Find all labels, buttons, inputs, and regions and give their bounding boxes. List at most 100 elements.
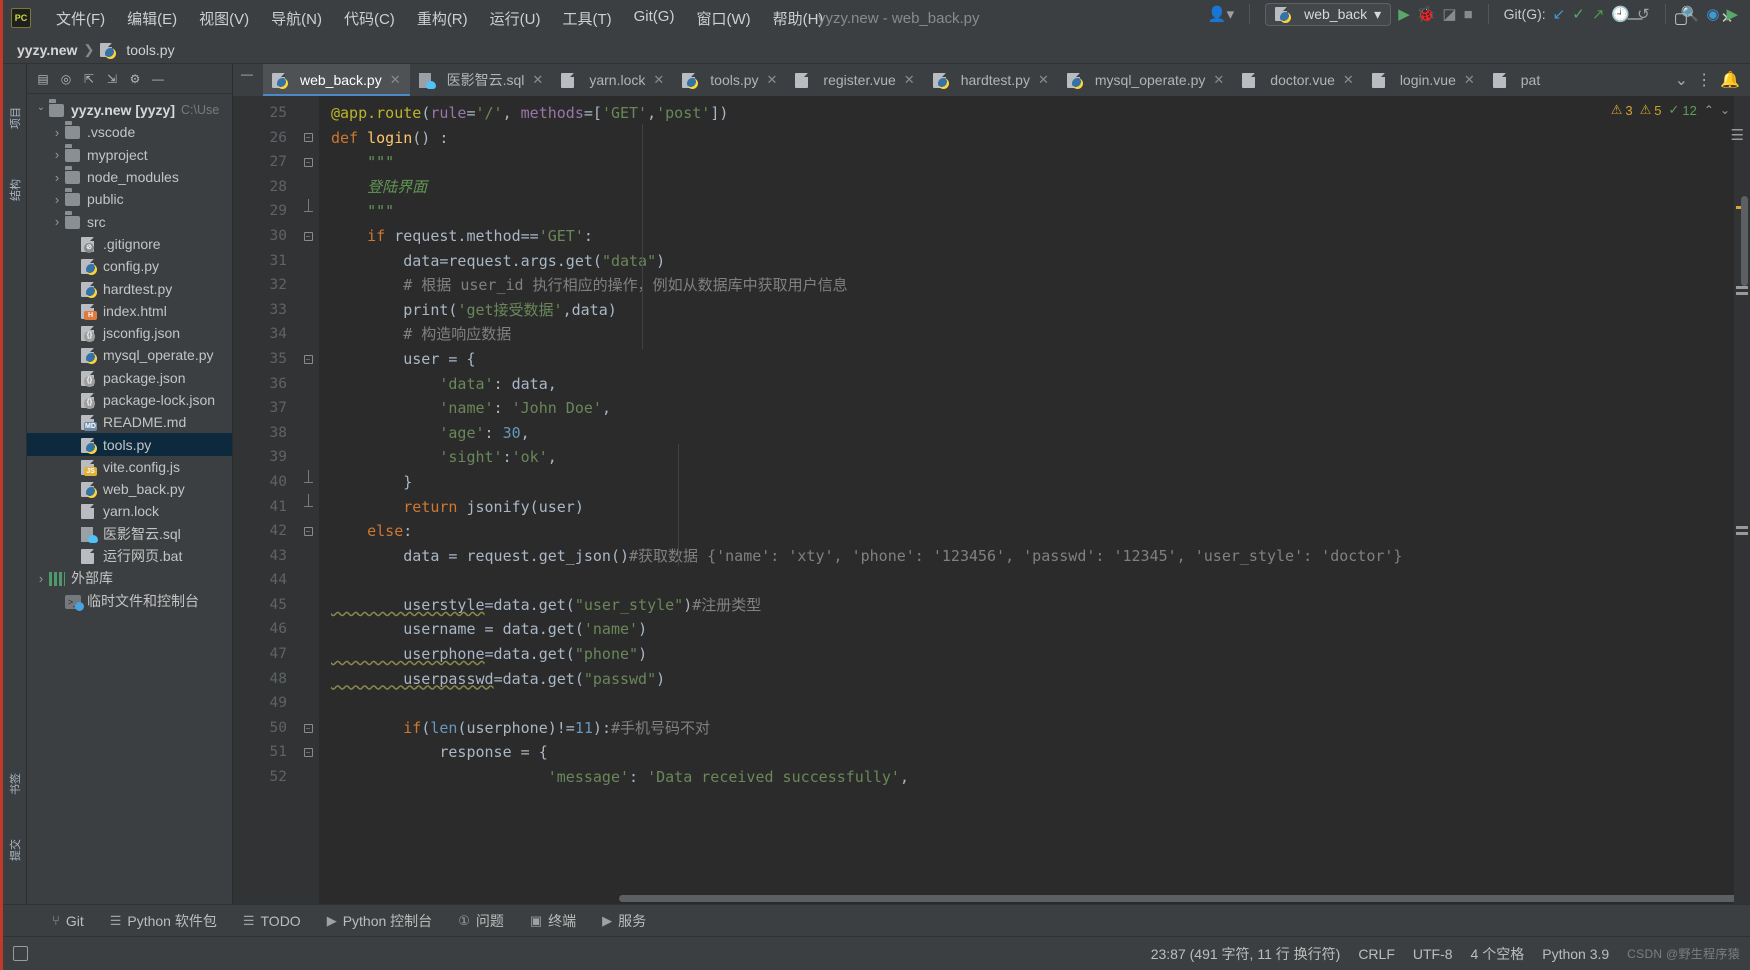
warning-count-badge[interactable]: ⚠ 3: [1611, 102, 1633, 118]
editor-tab------sql[interactable]: 医影智云.sql ✕: [410, 64, 553, 96]
code-line[interactable]: data = request.get_json()#获取数据 {'name': …: [319, 544, 1750, 569]
collapse-all-icon[interactable]: ⇲: [102, 69, 122, 89]
tree-item[interactable]: 外部库: [27, 567, 232, 589]
editor-tab-doctor-vue[interactable]: doctor.vue ✕: [1233, 64, 1363, 96]
editor-tab-pat[interactable]: pat: [1484, 64, 1549, 96]
tree-item[interactable]: 运行网页.bat: [27, 545, 232, 567]
git-push-icon[interactable]: ↗: [1592, 5, 1605, 23]
close-tab-icon[interactable]: ✕: [1213, 72, 1224, 88]
chevron-right-icon[interactable]: [33, 571, 49, 586]
editor-tab-hardtest-py[interactable]: hardtest.py ✕: [924, 64, 1058, 96]
editor-tab-web-back-py[interactable]: web_back.py ✕: [263, 64, 410, 96]
tab-options-icon[interactable]: ⋮: [1696, 70, 1712, 90]
history-icon[interactable]: 🕘: [1611, 5, 1630, 23]
sidebar-tab-bookmarks[interactable]: 书签: [7, 756, 23, 812]
bottom-tool-python----[interactable]: ▶ Python 控制台: [314, 905, 445, 936]
expand-all-icon[interactable]: ⇱: [79, 69, 99, 89]
hide-icon[interactable]: —: [148, 69, 168, 89]
bottom-tool---[interactable]: ① 问题: [445, 905, 517, 936]
code-line[interactable]: userpasswd=data.get("passwd"): [319, 667, 1750, 692]
breadcrumb-root[interactable]: yyzy.new: [17, 42, 77, 58]
fold-marker[interactable]: −: [297, 150, 319, 175]
code-line[interactable]: username = data.get('name'): [319, 617, 1750, 642]
code-line[interactable]: user = {: [319, 347, 1750, 372]
fold-marker[interactable]: −: [297, 126, 319, 151]
bottom-tool-python----[interactable]: ☰ Python 软件包: [97, 905, 230, 936]
notification-icon[interactable]: 🔔: [1720, 70, 1740, 90]
next-problem-icon[interactable]: ⌄: [1720, 103, 1730, 117]
rollback-icon[interactable]: ↺: [1637, 5, 1650, 23]
code-folding-gutter[interactable]: − − − − − − −: [297, 96, 319, 904]
tree-item[interactable]: yarn.lock: [27, 500, 232, 522]
code-line[interactable]: """: [319, 199, 1750, 224]
code-line[interactable]: 'message': 'Data received successfully',: [319, 765, 1750, 790]
close-tab-icon[interactable]: ✕: [532, 72, 543, 88]
close-tab-icon[interactable]: ✕: [904, 72, 915, 88]
bottom-tool---[interactable]: ▶ 服务: [589, 905, 659, 936]
search-icon[interactable]: 🔍: [1681, 5, 1700, 23]
tree-item[interactable]: yyzy.new [yyzy] C:\Use: [27, 99, 232, 121]
ok-count-badge[interactable]: ✓ 12: [1669, 102, 1697, 118]
sidebar-tab-project[interactable]: 项目: [7, 90, 23, 146]
editor-tab-tools-py[interactable]: tools.py ✕: [673, 64, 786, 96]
chevron-right-icon[interactable]: [49, 125, 65, 140]
code-text-area[interactable]: @app.route(rule='/', methods=['GET','pos…: [319, 96, 1750, 904]
run-button[interactable]: ▶: [1398, 5, 1410, 23]
tree-item[interactable]: >_ 临时文件和控制台: [27, 590, 232, 612]
editor-area[interactable]: 25 26 27 28 29 30 31 32 33 34 35 36 37 38 39 40 41 42 43 44…: [233, 96, 1750, 904]
inspection-menu-icon[interactable]: ☰: [1731, 126, 1744, 144]
menu-item-2[interactable]: 视图(V): [188, 4, 260, 33]
code-line[interactable]: # 根据 user_id 执行相应的操作，例如从数据库中获取用户信息: [319, 273, 1750, 298]
vertical-scrollbar[interactable]: [1741, 196, 1748, 286]
tree-item[interactable]: .vscode: [27, 121, 232, 143]
debug-icon[interactable]: 🐞: [1417, 5, 1436, 23]
code-line[interactable]: 'age': 30,: [319, 421, 1750, 446]
code-line[interactable]: if request.method=='GET':: [319, 224, 1750, 249]
tree-item[interactable]: tools.py: [27, 433, 232, 456]
menu-item-8[interactable]: Git(G): [623, 4, 686, 33]
layout-icon[interactable]: [13, 946, 28, 961]
error-count-badge[interactable]: ⚠ 5: [1640, 102, 1662, 118]
fold-marker[interactable]: [297, 469, 319, 495]
code-line[interactable]: def login() :: [319, 126, 1750, 151]
code-line[interactable]: 'sight':'ok',: [319, 445, 1750, 470]
menu-item-4[interactable]: 代码(C): [333, 4, 406, 33]
close-tab-icon[interactable]: ✕: [390, 72, 401, 88]
line-separator[interactable]: CRLF: [1358, 946, 1395, 962]
sidebar-tab-structure[interactable]: 结构: [7, 162, 23, 218]
code-line[interactable]: response = {: [319, 740, 1750, 765]
editor-tab-register-vue[interactable]: register.vue ✕: [786, 64, 923, 96]
tree-item[interactable]: web_back.py: [27, 478, 232, 500]
tree-item[interactable]: {} jsconfig.json: [27, 322, 232, 344]
bottom-tool---[interactable]: ▣ 终端: [517, 905, 589, 936]
tree-item[interactable]: public: [27, 188, 232, 210]
tree-item[interactable]: MD README.md: [27, 411, 232, 433]
previous-problem-icon[interactable]: ⌃: [1704, 103, 1714, 117]
editor-tab-yarn-lock[interactable]: yarn.lock ✕: [552, 64, 673, 96]
chevron-right-icon[interactable]: [49, 214, 65, 229]
code-line[interactable]: if(len(userphone)!=11):#手机号码不对: [319, 716, 1750, 741]
tree-item[interactable]: 医影智云.sql: [27, 523, 232, 545]
coverage-icon[interactable]: ◪: [1442, 5, 1456, 23]
code-line[interactable]: userstyle=data.get("user_style")#注册类型: [319, 593, 1750, 618]
indent-setting[interactable]: 4 个空格: [1471, 944, 1525, 964]
inspection-widget[interactable]: ⚠ 3 ⚠ 5 ✓ 12 ⌃ ⌄: [1611, 102, 1730, 118]
caret-position[interactable]: 23:87 (491 字符, 11 行 换行符): [1151, 944, 1341, 964]
fold-marker[interactable]: −: [297, 224, 319, 249]
account-icon[interactable]: ◉: [1706, 5, 1719, 23]
tree-item[interactable]: ⊘ .gitignore: [27, 233, 232, 255]
window-icon[interactable]: ▤: [33, 69, 53, 89]
chevron-right-icon[interactable]: [49, 170, 65, 185]
bottom-tool-git[interactable]: ⑂ Git: [39, 905, 97, 936]
fold-marker[interactable]: −: [297, 347, 319, 372]
tree-item[interactable]: node_modules: [27, 166, 232, 188]
git-update-icon[interactable]: ↙: [1553, 5, 1566, 23]
tree-item[interactable]: JS vite.config.js: [27, 456, 232, 478]
code-line[interactable]: 'name': 'John Doe',: [319, 396, 1750, 421]
menu-item-3[interactable]: 导航(N): [260, 4, 333, 33]
editor-tab-login-vue[interactable]: login.vue ✕: [1363, 64, 1484, 96]
code-line[interactable]: userphone=data.get("phone"): [319, 642, 1750, 667]
tree-item[interactable]: hardtest.py: [27, 277, 232, 299]
close-tab-icon[interactable]: ✕: [1464, 72, 1475, 88]
code-line[interactable]: else:: [319, 519, 1750, 544]
